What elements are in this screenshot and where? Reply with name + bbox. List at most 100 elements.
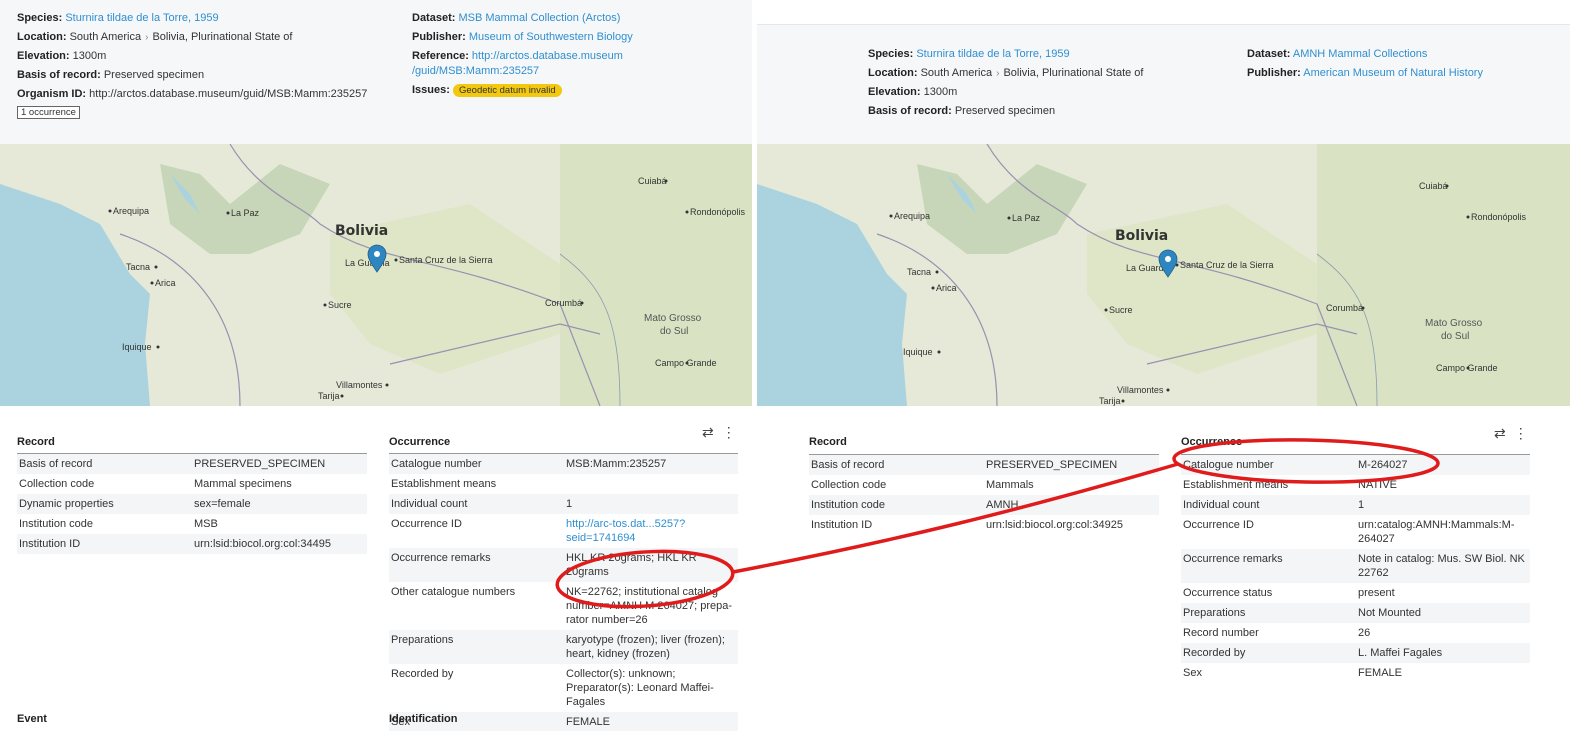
- city-label: Villamontes: [1117, 385, 1164, 395]
- row-label: Dynamic properties: [17, 494, 192, 514]
- row-value: NK=22762; institutional catalog number=A…: [566, 586, 732, 626]
- row-label: Collection code: [811, 479, 887, 491]
- species-link[interactable]: Sturnira tildae de la Torre, 1959: [65, 12, 218, 24]
- basis-field: Basis of record: Preserved specimen: [868, 105, 1056, 117]
- summary-col-2: Dataset: MSB Mammal Collection (Arctos) …: [412, 9, 633, 100]
- reference-link-line1[interactable]: http://arctos.database.museum: [472, 50, 623, 62]
- row-label: Individual count: [1181, 495, 1356, 515]
- table-row: Collection code Mammal specimens: [17, 474, 367, 494]
- publisher-field: Publisher: Museum of Southwestern Biolog…: [412, 31, 633, 43]
- row-value: urn:catalog:AMNH:Mammals:M-264027: [1358, 519, 1515, 545]
- city-label: Tacna: [126, 262, 150, 272]
- issue-badge[interactable]: Geodetic datum invalid: [452, 84, 562, 97]
- table-row: Catalogue number MSB:Mamm:235257: [389, 453, 738, 474]
- row-value: Mammal specimens: [194, 478, 292, 490]
- city-label: Tarija: [1099, 396, 1121, 406]
- record-table: Basis of record PRESERVED_SPECIMEN Collect…: [809, 454, 1159, 535]
- table-row: Occurrence ID urn:catalog:AMNH:Mammals:M-…: [1181, 515, 1530, 549]
- map-canvas[interactable]: Bolivia Cuiabá Arequipa La Paz Rondonópo…: [0, 144, 752, 406]
- row-label: Recorded by: [1181, 643, 1356, 663]
- row-label: Occurrence remarks: [1181, 549, 1356, 583]
- row-label: Basis of record: [17, 453, 192, 474]
- map-canvas[interactable]: Bolivia Cuiabá Arequipa La Paz Rondonópo…: [757, 144, 1570, 406]
- city-label: Arequipa: [894, 211, 930, 221]
- table-row: Occurrence remarks HKL KR 20grams; HKL KR…: [389, 548, 738, 582]
- dataset-link[interactable]: AMNH Mammal Collections: [1293, 48, 1427, 60]
- table-row: Basis of record PRESERVED_SPECIMEN: [809, 454, 1159, 475]
- swap-arrows-icon[interactable]: ⇄: [1494, 425, 1506, 441]
- row-label: Occurrence ID: [1183, 519, 1254, 531]
- record-section-title: Record: [809, 436, 847, 448]
- record-section-title: Record: [17, 436, 55, 448]
- occurrence-map[interactable]: Bolivia Cuiabá Arequipa La Paz Rondonópo…: [757, 144, 1570, 406]
- reference-link-line2[interactable]: /guid/MSB:Mamm:235257: [412, 65, 539, 77]
- row-label: Individual count: [389, 494, 564, 514]
- row-label: Institution code: [19, 518, 93, 530]
- record-table: Basis of record PRESERVED_SPECIMEN Collect…: [17, 453, 367, 554]
- row-value: M-264027: [1356, 454, 1530, 475]
- table-actions: ⇄ ⋮: [694, 424, 736, 441]
- row-label: Occurrence ID: [391, 518, 462, 530]
- row-label: Occurrence status: [1183, 587, 1273, 599]
- row-label: Record number: [1183, 627, 1259, 639]
- row-label: Sex: [1183, 667, 1202, 679]
- occurrence-count-badge[interactable]: 1 occurrence: [17, 106, 80, 119]
- row-label: Occurrence remarks: [389, 548, 564, 582]
- row-value: NATIVE: [1358, 479, 1397, 491]
- country-label: Bolivia: [335, 223, 388, 239]
- occurrence-map[interactable]: Bolivia Cuiabá Arequipa La Paz Rondonópo…: [0, 144, 752, 406]
- dataset-field: Dataset: MSB Mammal Collection (Arctos): [412, 12, 621, 24]
- row-value: HKL KR 20grams; HKL KR 20grams: [564, 548, 738, 582]
- row-value: Mammals: [986, 479, 1034, 491]
- publisher-link[interactable]: Museum of Southwestern Biology: [469, 31, 633, 43]
- location-field: Location: South America › Bolivia, Plurina…: [17, 31, 293, 43]
- occurrence-summary: Species: Sturnira tildae de la Torre, 19…: [0, 0, 752, 144]
- table-row: Occurrence ID http://arc-tos.dat...5257?s…: [389, 514, 738, 548]
- table-row: Preparations Not Mounted: [1181, 603, 1530, 623]
- chevron-right-icon: ›: [145, 32, 149, 43]
- species-link[interactable]: Sturnira tildae de la Torre, 1959: [916, 48, 1069, 60]
- table-row: Individual count 1: [389, 494, 738, 514]
- row-value: urn:lsid:biocol.org:col:34925: [986, 519, 1123, 531]
- row-value: Note in catalog: Mus. SW Biol. NK 22762: [1356, 549, 1530, 583]
- city-label: Cuiabá: [1419, 181, 1448, 191]
- occurrence-details: Record Basis of record PRESERVED_SPECIMEN…: [757, 406, 1570, 731]
- publisher-field: Publisher: American Museum of Natural Hi…: [1247, 67, 1483, 79]
- row-label: Basis of record: [809, 454, 984, 475]
- row-label: Institution code: [809, 495, 984, 515]
- country-label: Bolivia: [1115, 228, 1168, 244]
- dataset-link[interactable]: MSB Mammal Collection (Arctos): [458, 12, 620, 24]
- summary-col-2: Dataset: AMNH Mammal Collections Publish…: [1247, 45, 1483, 83]
- row-value: 26: [1358, 627, 1371, 639]
- city-label: Rondonópolis: [690, 207, 746, 217]
- swap-arrows-icon[interactable]: ⇄: [702, 424, 714, 440]
- row-value: MSB: [194, 518, 218, 530]
- publisher-link[interactable]: American Museum of Natural History: [1303, 67, 1483, 79]
- table-actions: ⇄ ⋮: [1486, 425, 1528, 442]
- row-value-link[interactable]: http://arc-tos.dat...5257?seid=1741694: [566, 518, 685, 544]
- city-label: Cuiabá: [638, 176, 667, 186]
- table-row: Institution ID urn:lsid:biocol.org:col:34…: [809, 515, 1159, 535]
- city-label: Tarija: [318, 391, 340, 401]
- row-value: urn:lsid:biocol.org:col:34495: [192, 534, 367, 554]
- summary-col-1: Species: Sturnira tildae de la Torre, 19…: [868, 45, 1143, 121]
- city-label: Arequipa: [113, 206, 149, 216]
- basis-field: Basis of record: Preserved specimen: [17, 69, 205, 81]
- left-occurrence-panel: Species: Sturnira tildae de la Torre, 19…: [0, 0, 752, 731]
- row-value: PRESERVED_SPECIMEN: [984, 454, 1159, 475]
- occurrence-section-title: Occurrence: [1181, 436, 1243, 448]
- table-row: Recorded by L. Maffei Fagales: [1181, 643, 1530, 663]
- city-label: Corumbá: [545, 298, 582, 308]
- kebab-menu-icon[interactable]: ⋮: [722, 424, 736, 440]
- city-label: Corumbá: [1326, 303, 1363, 313]
- row-value: Collector(s): unknown; Preparator(s): Le…: [566, 668, 714, 708]
- table-row: Establishment means: [389, 474, 738, 494]
- row-label: Catalogue number: [1181, 454, 1356, 475]
- occurrence-details: Record Basis of record PRESERVED_SPECIMEN…: [0, 406, 752, 731]
- row-value: FEMALE: [1358, 667, 1403, 679]
- city-label: Iquique: [903, 347, 933, 357]
- row-label: Establishment means: [1183, 479, 1289, 491]
- row-label: Preparations: [1181, 603, 1356, 623]
- kebab-menu-icon[interactable]: ⋮: [1514, 425, 1528, 441]
- region-label: Mato Grosso: [644, 313, 702, 324]
